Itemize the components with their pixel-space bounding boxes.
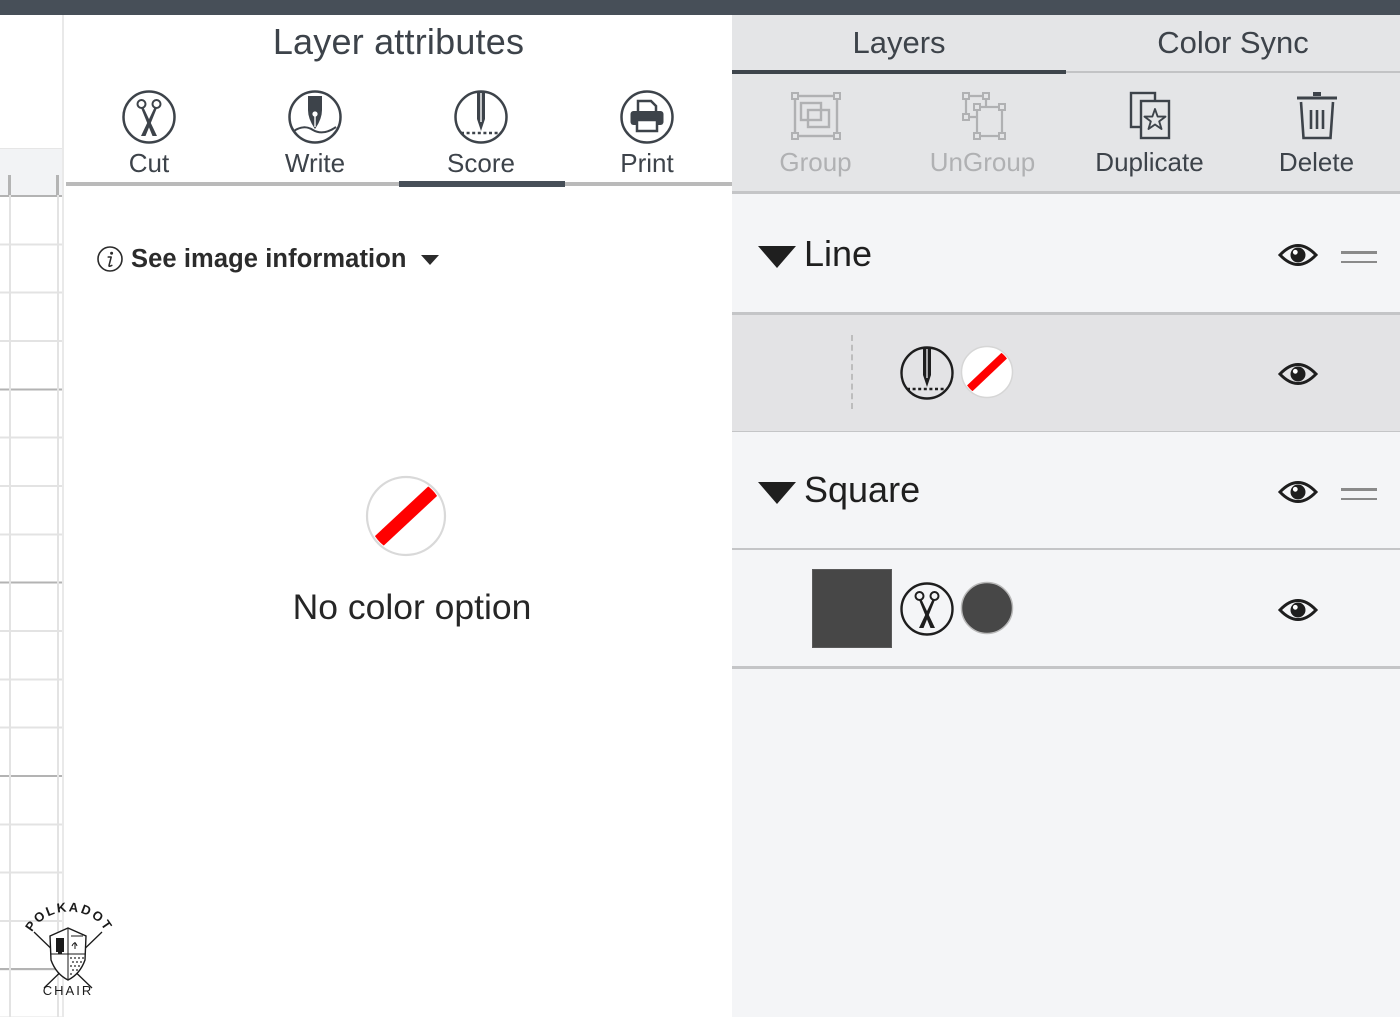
trash-icon bbox=[1297, 92, 1337, 140]
layer-group-line[interactable]: Line bbox=[732, 196, 1400, 315]
scissors-icon[interactable] bbox=[899, 581, 955, 637]
polkadot-chair-logo: POLKADOT CHAIR bbox=[22, 902, 114, 998]
printer-icon bbox=[620, 90, 674, 144]
canvas-divider bbox=[62, 15, 64, 1017]
ungroup-label: UnGroup bbox=[929, 147, 1036, 177]
layer-attributes-panel: Layer attributes Cut Write Score Print S… bbox=[65, 15, 732, 1017]
active-tab-indicator bbox=[399, 181, 565, 187]
tab-label: Print bbox=[620, 148, 674, 178]
visibility-eye-icon[interactable] bbox=[1278, 596, 1318, 624]
layer-item-line-score[interactable] bbox=[732, 315, 1400, 434]
delete-button[interactable]: Delete bbox=[1233, 74, 1400, 191]
layer-item-square-cut[interactable] bbox=[732, 550, 1400, 669]
visibility-eye-icon[interactable] bbox=[1278, 478, 1318, 506]
tab-score[interactable]: Score bbox=[398, 87, 564, 183]
square-shape-thumbnail bbox=[812, 569, 892, 648]
info-link-label: See image information bbox=[131, 244, 407, 273]
layers-panel-tabs: Layers Color Sync bbox=[732, 15, 1400, 74]
tab-label: Cut bbox=[128, 148, 170, 178]
see-image-information-toggle[interactable]: See image information bbox=[96, 242, 439, 276]
duplicate-icon bbox=[1129, 91, 1171, 140]
tab-print[interactable]: Print bbox=[564, 87, 730, 183]
delete-label: Delete bbox=[1278, 147, 1355, 177]
grid-line bbox=[57, 195, 59, 1017]
ungroup-icon bbox=[962, 92, 1006, 140]
duplicate-label: Duplicate bbox=[1095, 147, 1204, 177]
info-icon bbox=[97, 246, 123, 272]
tab-label: Score bbox=[447, 148, 515, 178]
drag-handle-icon[interactable] bbox=[1341, 488, 1377, 502]
drag-handle-icon[interactable] bbox=[1341, 251, 1377, 265]
pen-nib-icon bbox=[288, 90, 342, 144]
visibility-eye-icon[interactable] bbox=[1278, 360, 1318, 388]
scoring-stylus-icon[interactable] bbox=[899, 345, 955, 401]
ruler-tick bbox=[56, 175, 59, 195]
logo-bottom-text: CHAIR bbox=[43, 983, 93, 998]
no-color-swatch[interactable] bbox=[960, 345, 1014, 399]
layer-group-square[interactable]: Square bbox=[732, 432, 1400, 551]
expand-caret-icon[interactable] bbox=[758, 482, 796, 504]
tab-cut[interactable]: Cut bbox=[66, 87, 232, 183]
panel-title: Layer attributes bbox=[272, 21, 525, 62]
no-color-icon bbox=[365, 475, 447, 557]
scoring-stylus-icon bbox=[454, 90, 508, 144]
duplicate-button[interactable]: Duplicate bbox=[1066, 74, 1233, 191]
group-icon bbox=[791, 92, 841, 140]
no-color-option-label: No color option bbox=[292, 587, 532, 627]
design-canvas[interactable] bbox=[0, 15, 64, 1017]
caret-down-icon bbox=[420, 255, 439, 265]
scissors-icon bbox=[122, 90, 176, 144]
layers-toolbar: Group UnGroup Duplicate Delete bbox=[732, 74, 1400, 194]
hierarchy-guide-line bbox=[851, 335, 853, 409]
group-label: Group bbox=[779, 147, 852, 177]
group-button[interactable]: Group bbox=[732, 74, 899, 191]
layer-group-name: Line bbox=[804, 233, 873, 274]
color-swatch[interactable] bbox=[960, 581, 1014, 635]
layers-panel: Layers Color Sync Group UnGroup Duplicat… bbox=[732, 15, 1400, 1017]
tab-label: Write bbox=[284, 148, 346, 178]
layer-group-name: Square bbox=[804, 469, 921, 510]
ruler-tick bbox=[8, 175, 11, 195]
ungroup-button[interactable]: UnGroup bbox=[899, 74, 1066, 191]
grid-line bbox=[9, 195, 11, 1017]
visibility-eye-icon[interactable] bbox=[1278, 241, 1318, 269]
app-top-bar bbox=[0, 0, 1400, 15]
tab-layers[interactable]: Layers bbox=[732, 15, 1066, 74]
tab-color-sync[interactable]: Color Sync bbox=[1066, 15, 1400, 74]
tab-write[interactable]: Write bbox=[232, 87, 398, 183]
expand-caret-icon[interactable] bbox=[758, 246, 796, 268]
